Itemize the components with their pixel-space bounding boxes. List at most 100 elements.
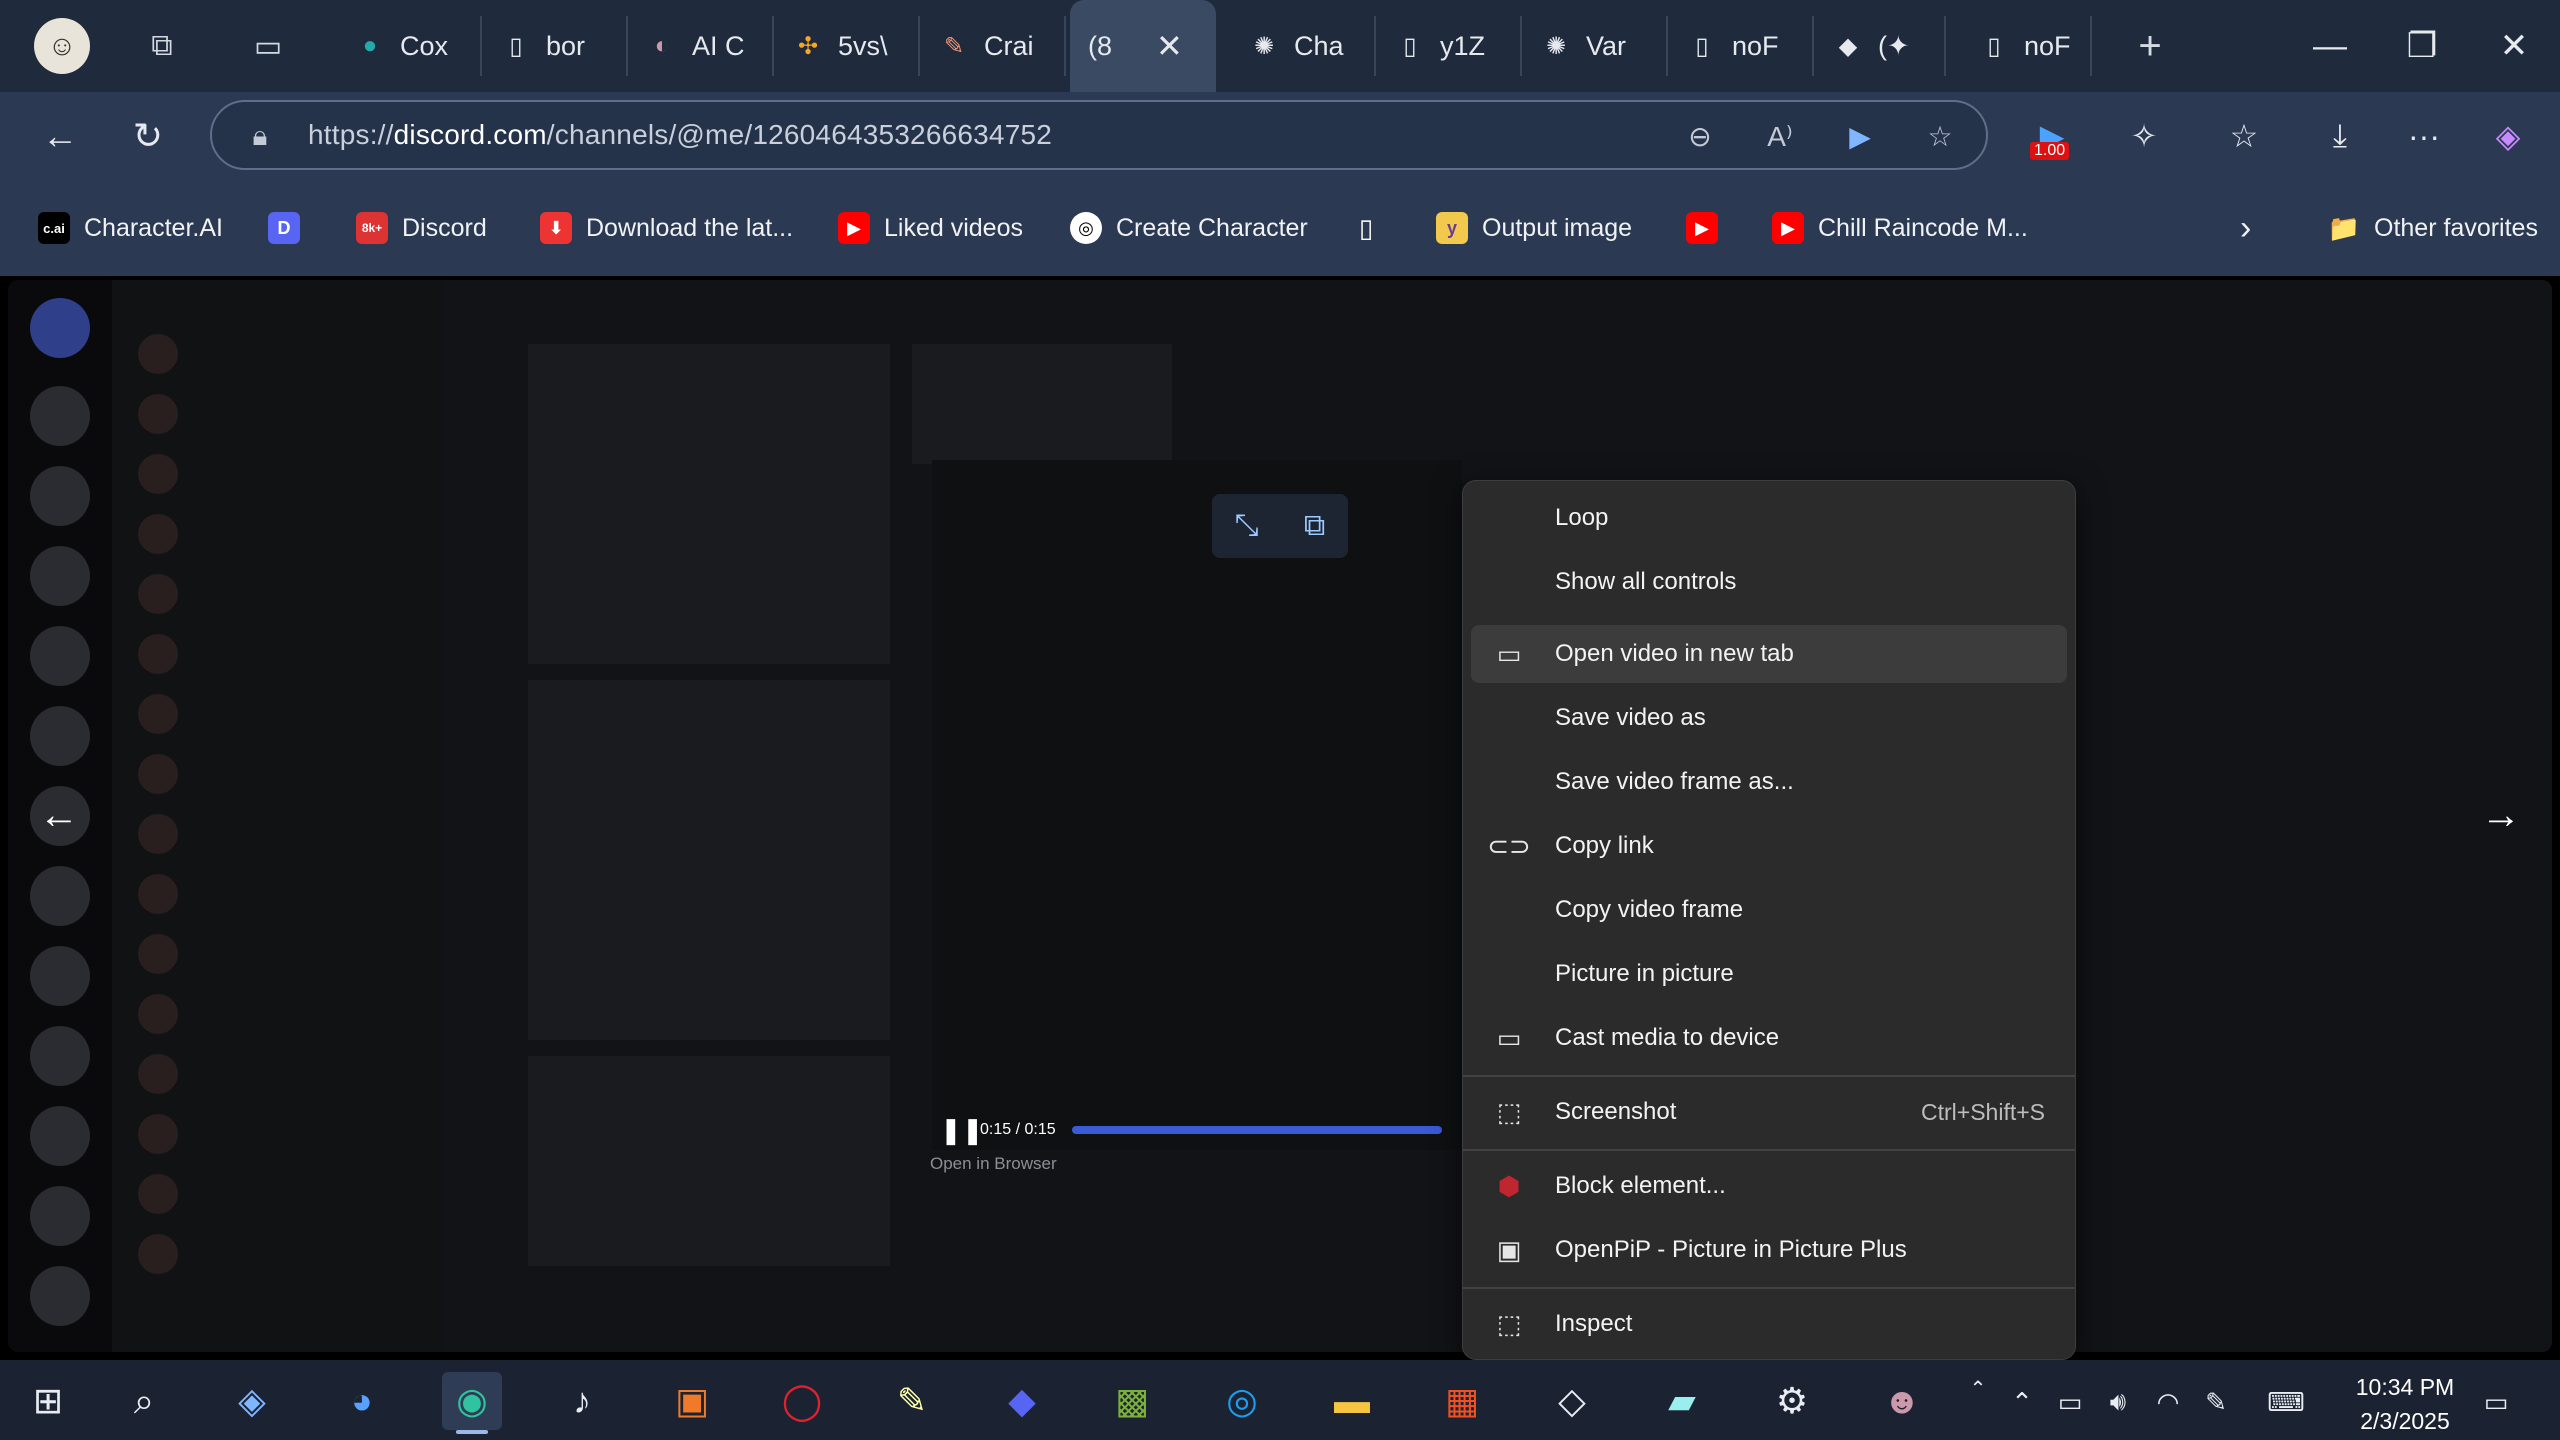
bookmark-discord-icon-only[interactable]: D (268, 204, 300, 252)
copilot-icon[interactable]: ◈ (2478, 106, 2538, 166)
menu-item-show-all-controls[interactable]: Show all controls (1471, 553, 2067, 611)
battery-icon[interactable]: ▭ (2050, 1382, 2090, 1422)
zoom-out-icon[interactable]: ⊖ (1678, 114, 1722, 158)
tab-2[interactable]: ◐ AI C (628, 16, 774, 76)
menu-item-picture-in-picture[interactable]: Picture in picture (1471, 945, 2067, 1003)
previous-arrow-icon[interactable]: ← (34, 790, 84, 840)
tab-4[interactable]: ✎ Crai (920, 16, 1066, 76)
server-icon[interactable] (30, 466, 90, 526)
discord-app-icon[interactable]: ◆ (992, 1372, 1052, 1430)
back-icon[interactable]: ← (30, 106, 90, 166)
tab-10[interactable]: ◆ (✦ (1814, 16, 1946, 76)
list-item[interactable] (138, 930, 178, 978)
server-icon[interactable] (30, 1186, 90, 1246)
next-arrow-icon[interactable]: → (2476, 790, 2526, 840)
bookmark-download[interactable]: ⬇ Download the lat... (540, 204, 793, 252)
video-thumbnail[interactable] (528, 680, 890, 1040)
tab-1[interactable]: ▯ bor (482, 16, 628, 76)
list-item[interactable] (138, 630, 178, 678)
app-icon[interactable]: ▣ (662, 1372, 722, 1430)
close-window-icon[interactable]: ✕ (2468, 0, 2560, 92)
bookmark-chill-raincode[interactable]: ▶ Chill Raincode M... (1772, 204, 2028, 252)
tab-6[interactable]: ✺ Cha (1230, 16, 1376, 76)
server-icon[interactable] (30, 546, 90, 606)
server-icon[interactable] (30, 386, 90, 446)
microsoft-store-icon[interactable]: ▦ (1432, 1372, 1492, 1430)
video-thumbnail[interactable] (528, 1056, 890, 1266)
video-thumbnail[interactable] (912, 344, 1172, 464)
bookmark-output-image[interactable]: y Output image (1436, 204, 1632, 252)
minimize-icon[interactable]: — (2284, 0, 2376, 92)
system-clock[interactable]: 10:34 PM 2/3/2025 (2330, 1370, 2480, 1438)
favorite-star-icon[interactable]: ☆ (1918, 114, 1962, 158)
tab-actions-icon[interactable]: ▭ (248, 26, 288, 66)
menu-item-open-video-new-tab[interactable]: ▭ Open video in new tab (1471, 625, 2067, 683)
open-in-browser-link[interactable]: Open in Browser (930, 1154, 1057, 1174)
restore-icon[interactable]: ❐ (2376, 0, 2468, 92)
tab-11[interactable]: ▯ noF (1960, 16, 2092, 76)
menu-item-cast-media[interactable]: ▭ Cast media to device (1471, 1009, 2067, 1067)
app-icon[interactable]: ▰ (1652, 1372, 1712, 1430)
menu-item-loop[interactable]: Loop (1471, 489, 2067, 547)
steam-app-icon[interactable]: ◎ (1212, 1372, 1272, 1430)
server-icon[interactable] (30, 626, 90, 686)
notifications-icon[interactable]: ▭ (2476, 1382, 2516, 1422)
app-avatar-icon[interactable]: ☻ (1872, 1372, 1932, 1430)
list-item[interactable] (138, 810, 178, 858)
windows-start-icon[interactable]: ⊞ (18, 1372, 78, 1430)
server-icon[interactable] (30, 946, 90, 1006)
bookmark-youtube[interactable]: ▶ (1686, 204, 1718, 252)
video-progress-bar[interactable] (1071, 1126, 1442, 1134)
favorites-icon[interactable]: ☆ (2214, 106, 2274, 166)
opera-app-icon[interactable]: ◯ (772, 1372, 832, 1430)
tiktok-app-icon[interactable]: ♪ (552, 1372, 612, 1430)
list-item[interactable] (138, 330, 178, 378)
bookmark-page[interactable]: ▯ (1350, 204, 1382, 252)
server-icon[interactable] (30, 706, 90, 766)
tab-9[interactable]: ▯ noF (1668, 16, 1814, 76)
tab-5-active[interactable]: (8 ✕ (1070, 0, 1216, 92)
list-item[interactable] (138, 690, 178, 738)
list-item[interactable] (138, 570, 178, 618)
bookmark-liked-videos[interactable]: ▶ Liked videos (838, 204, 1023, 252)
lock-icon[interactable]: 🔒︎ (238, 114, 282, 158)
server-icon[interactable] (30, 1026, 90, 1086)
workspaces-icon[interactable]: ⧉ (142, 26, 182, 66)
wifi-icon[interactable]: ◠ (2148, 1382, 2188, 1422)
tab-8[interactable]: ✺ Var (1522, 16, 1668, 76)
new-tab-plus-icon[interactable]: + (2130, 24, 2170, 68)
menu-item-save-video-as[interactable]: Save video as (1471, 689, 2067, 747)
bookmark-discord[interactable]: 8k+ Discord (356, 204, 487, 252)
read-aloud-icon[interactable]: A⁾ (1758, 114, 1802, 158)
search-icon[interactable]: ⌕ (114, 1372, 174, 1430)
tab-7[interactable]: ▯ y1Z (1376, 16, 1522, 76)
menu-item-copy-link[interactable]: ⊂⊃ Copy link (1471, 817, 2067, 875)
show-hidden-icons-icon[interactable]: ⌃ (1958, 1368, 1998, 1408)
list-item[interactable] (138, 1230, 178, 1278)
server-icon[interactable] (30, 1266, 90, 1326)
menu-item-copy-video-frame[interactable]: Copy video frame (1471, 881, 2067, 939)
list-item[interactable] (138, 390, 178, 438)
media-speed-icon[interactable]: ▶ 1.00 (2022, 106, 2082, 166)
list-item[interactable] (138, 870, 178, 918)
minecraft-app-icon[interactable]: ▩ (1102, 1372, 1162, 1430)
server-icon[interactable] (30, 1106, 90, 1166)
profile-avatar[interactable]: ☺ (34, 18, 90, 74)
list-item[interactable] (138, 1170, 178, 1218)
close-tab-icon[interactable]: ✕ (1156, 27, 1183, 65)
list-item[interactable] (138, 450, 178, 498)
address-bar[interactable]: 🔒︎ https://discord.com/channels/@me/1260… (210, 100, 1988, 170)
pen-icon[interactable]: ✎ (2196, 1382, 2236, 1422)
bookmark-character-ai[interactable]: c.ai Character.AI (38, 204, 223, 252)
video-enhance-icon[interactable]: ▶ (1838, 114, 1882, 158)
refresh-icon[interactable]: ↻ (118, 106, 178, 166)
list-item[interactable] (138, 1110, 178, 1158)
url-text[interactable]: https://discord.com/channels/@me/1260464… (308, 119, 1052, 151)
settings-gear-icon[interactable]: ⚙ (1762, 1372, 1822, 1430)
video-thumbnail[interactable] (528, 344, 890, 664)
paint-app-icon[interactable]: ✎ (882, 1372, 942, 1430)
list-item[interactable] (138, 990, 178, 1038)
tab-3[interactable]: ✣ 5vs\ (774, 16, 920, 76)
server-icon[interactable] (30, 866, 90, 926)
chevron-up-icon[interactable]: ⌃ (2002, 1382, 2042, 1422)
